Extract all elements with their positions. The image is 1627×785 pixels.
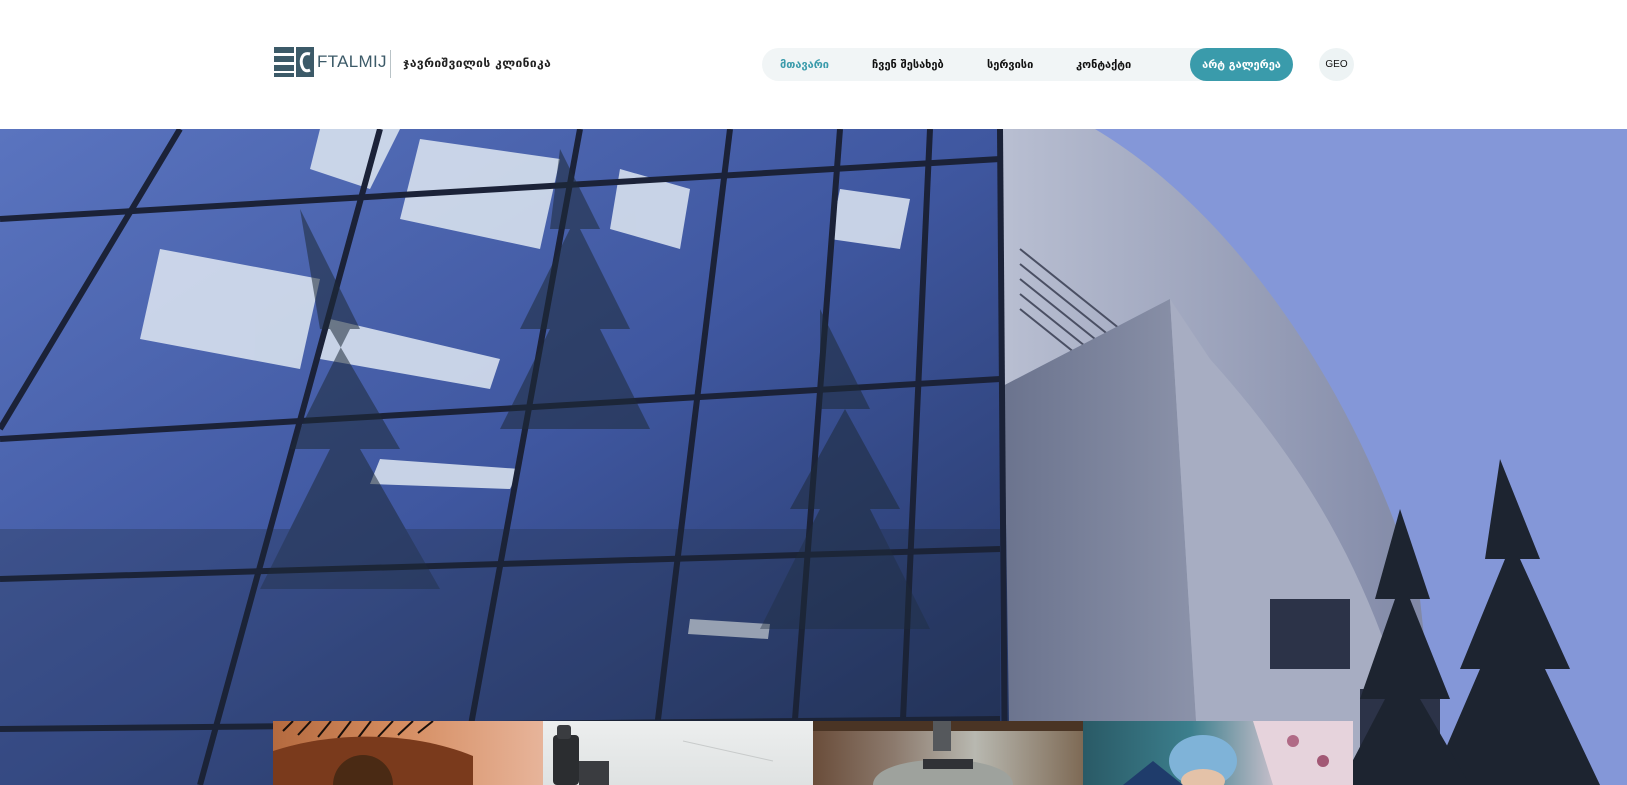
thumbnail-eye-closeup[interactable] — [273, 721, 543, 785]
site-header: FTALMIJ ჯავრიშვილის კლინიკა მთავარი ჩვენ… — [0, 0, 1627, 129]
logo[interactable]: FTALMIJ — [274, 46, 387, 78]
eye-exam-equipment-image — [813, 721, 1083, 785]
logo-divider — [390, 50, 391, 78]
thumbnail-strip — [273, 721, 1354, 785]
hero-building-image — [0, 129, 1627, 785]
logo-mark-icon — [274, 47, 314, 77]
eye-closeup-image — [273, 721, 473, 785]
hero-banner — [0, 129, 1627, 785]
thumbnail-eye-exam-equipment[interactable] — [813, 721, 1083, 785]
nav-item-about[interactable]: ჩვენ შესახებ — [872, 48, 944, 81]
nav-item-services[interactable]: სერვისი — [987, 48, 1033, 81]
ophthalmic-device-image — [553, 725, 774, 785]
language-switcher[interactable]: GEO — [1319, 48, 1354, 81]
art-gallery-button[interactable]: არტ გალერეა — [1190, 48, 1293, 81]
clinic-name: ჯავრიშვილის კლინიკა — [403, 56, 552, 70]
nav-item-contact[interactable]: კონტაქტი — [1076, 48, 1131, 81]
nav-item-home[interactable]: მთავარი — [780, 48, 829, 81]
thumbnail-ophthalmic-device[interactable] — [543, 721, 813, 785]
thumbnail-surgery-team[interactable] — [1083, 721, 1353, 785]
surgery-team-image — [1123, 721, 1353, 785]
logo-text: FTALMIJ — [317, 52, 387, 71]
